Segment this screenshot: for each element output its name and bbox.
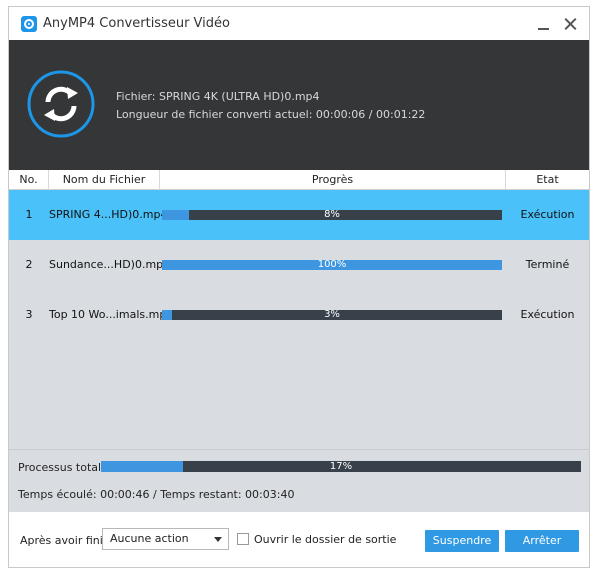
open-folder-label[interactable]: Ouvrir le dossier de sortie <box>254 533 396 546</box>
footer-bar: Après avoir fini: Aucune action Ouvrir l… <box>9 512 589 567</box>
table-header: No. Nom du Fichier Progrès Etat <box>9 170 589 190</box>
row-state: Exécution <box>520 308 575 321</box>
after-finish-select[interactable]: Aucune action <box>102 528 229 550</box>
table-row[interactable]: 1 SPRING 4...HD)0.mp4 8% Exécution <box>9 190 589 240</box>
app-icon <box>21 16 37 32</box>
converted-length-label: Longueur de fichier converti actuel: 00:… <box>116 108 426 121</box>
conversion-header: Fichier: SPRING 4K (ULTRA HD)0.mp4 Longu… <box>9 40 589 170</box>
table-row[interactable]: 3 Top 10 Wo...imals.mp4 3% Exécution <box>9 290 589 340</box>
total-progress-label: Processus total: <box>18 461 105 474</box>
row-progress-text: 8% <box>324 209 340 220</box>
column-no: No. <box>9 170 49 190</box>
row-number: 3 <box>25 308 33 321</box>
row-file-name: Top 10 Wo...imals.mp4 <box>49 308 174 321</box>
row-file-name: Sundance...HD)0.mp4 <box>49 258 171 271</box>
row-state: Exécution <box>520 208 575 221</box>
row-progress-bar: 8% <box>162 210 502 220</box>
minimize-icon[interactable] <box>533 13 555 35</box>
suspend-button[interactable]: Suspendre <box>425 530 499 552</box>
row-number: 2 <box>25 258 33 271</box>
row-state: Terminé <box>525 258 570 271</box>
row-progress-text: 3% <box>324 309 340 320</box>
row-file-name: SPRING 4...HD)0.mp4 <box>49 208 168 221</box>
total-summary: Processus total: 17% Temps écoulé: 00:00… <box>9 449 589 512</box>
stop-button[interactable]: Arrêter <box>505 530 579 552</box>
row-progress-bar: 100% <box>162 260 502 270</box>
window-title: AnyMP4 Convertisseur Vidéo <box>43 16 230 31</box>
column-state: Etat <box>536 173 559 186</box>
column-file-name: Nom du Fichier <box>49 170 160 190</box>
current-file-label: Fichier: SPRING 4K (ULTRA HD)0.mp4 <box>116 90 320 103</box>
open-folder-checkbox[interactable] <box>237 533 249 545</box>
convert-refresh-icon <box>27 70 95 138</box>
row-progress-text: 100% <box>317 259 347 270</box>
row-number: 1 <box>25 208 33 221</box>
chevron-down-icon <box>214 537 222 542</box>
file-list: 1 SPRING 4...HD)0.mp4 8% Exécution 2 Sun… <box>9 190 589 449</box>
table-row[interactable]: 2 Sundance...HD)0.mp4 100% Terminé <box>9 240 589 290</box>
column-progress: Progrès <box>160 170 506 190</box>
app-window: AnyMP4 Convertisseur Vidéo Fichier: SPRI… <box>8 6 590 568</box>
after-finish-label: Après avoir fini: <box>20 534 107 547</box>
elapsed-remaining-time: Temps écoulé: 00:00:46 / Temps restant: … <box>18 488 295 501</box>
close-icon[interactable] <box>560 13 582 35</box>
total-progress-bar: 17% <box>101 461 581 472</box>
title-bar: AnyMP4 Convertisseur Vidéo <box>9 7 589 40</box>
total-progress-text: 17% <box>329 461 353 472</box>
row-progress-bar: 3% <box>162 310 502 320</box>
after-finish-value: Aucune action <box>110 532 189 545</box>
